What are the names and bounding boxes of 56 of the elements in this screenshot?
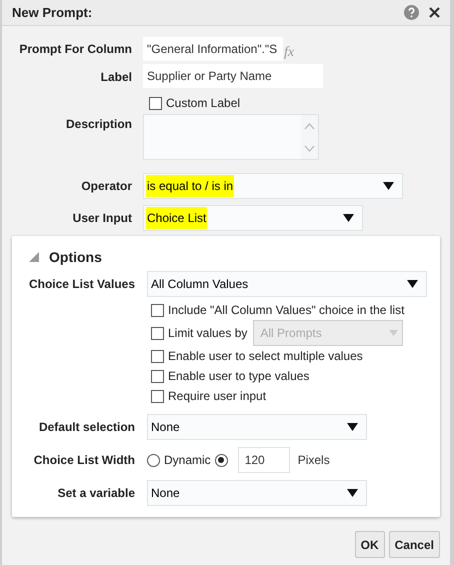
field-value: 120	[244, 452, 265, 469]
caret-icon	[407, 280, 418, 288]
field-label: Label	[100, 69, 132, 86]
field-value: "General Information"."S	[147, 41, 278, 58]
field-label: Prompt For Column	[19, 41, 132, 58]
select-value: is equal to / is in	[146, 175, 234, 197]
field-label: Choice List Width	[34, 452, 135, 469]
field-label: Choice List Values	[28, 276, 135, 293]
checkbox-label: Enable user to type values	[168, 368, 310, 385]
caret-icon	[383, 182, 394, 190]
unit-label: Pixels	[298, 452, 330, 469]
width-field[interactable]: 120	[238, 447, 290, 473]
field-label: User Input	[72, 210, 132, 227]
default-selection-select[interactable]: None	[147, 414, 367, 440]
user-input-select[interactable]: Choice List	[143, 205, 363, 231]
choice-list-values-select[interactable]: All Column Values	[147, 271, 427, 297]
field-label: Operator	[81, 178, 132, 195]
set-variable-select[interactable]: None	[147, 480, 367, 506]
operator-select[interactable]: is equal to / is in	[143, 173, 403, 199]
section-title: Options	[49, 248, 102, 267]
select-value: Choice List	[146, 207, 208, 229]
checkbox-label: Require user input	[168, 388, 266, 405]
field-label: Default selection	[38, 419, 135, 436]
dialog-button[interactable]: OK	[354, 531, 385, 558]
select-value: All Prompts	[260, 325, 322, 342]
checkbox-label: Enable user to select multiple values	[168, 348, 363, 365]
caret-icon	[343, 214, 354, 222]
radio-button[interactable]	[147, 454, 160, 466]
checkbox-label: Custom Label	[166, 95, 240, 112]
collapse-triangle-icon[interactable]	[29, 252, 39, 262]
help-icon[interactable]	[404, 5, 419, 20]
checkbox[interactable]	[151, 350, 164, 362]
field-value: Supplier or Party Name	[147, 68, 272, 85]
label-field[interactable]: Supplier or Party Name	[143, 64, 323, 88]
caret-icon	[389, 330, 398, 336]
checkbox[interactable]	[149, 96, 162, 110]
select-value: None	[150, 485, 181, 502]
radio-label: Dynamic	[164, 452, 211, 469]
checkbox-label: Limit values by	[168, 325, 248, 342]
caret-icon	[347, 489, 358, 497]
dialog-button[interactable]: Cancel	[388, 531, 440, 558]
checkbox[interactable]	[151, 326, 164, 340]
description-field[interactable]	[143, 114, 319, 160]
select-value: None	[150, 419, 181, 436]
field-label: Set a variable	[58, 485, 135, 502]
checkbox[interactable]	[151, 304, 164, 316]
window-title: New Prompt:	[12, 4, 92, 22]
prompt-column-field[interactable]: "General Information"."S	[143, 37, 283, 61]
checkbox[interactable]	[151, 370, 164, 382]
select-value: All Column Values	[150, 276, 250, 293]
caret-icon	[347, 423, 358, 431]
field-label: Description	[66, 116, 132, 133]
radio-button[interactable]	[214, 454, 228, 466]
checkbox[interactable]	[151, 390, 164, 402]
checkbox-label: Include "All Column Values" choice in the list	[168, 302, 404, 319]
close-icon[interactable]	[429, 7, 440, 18]
